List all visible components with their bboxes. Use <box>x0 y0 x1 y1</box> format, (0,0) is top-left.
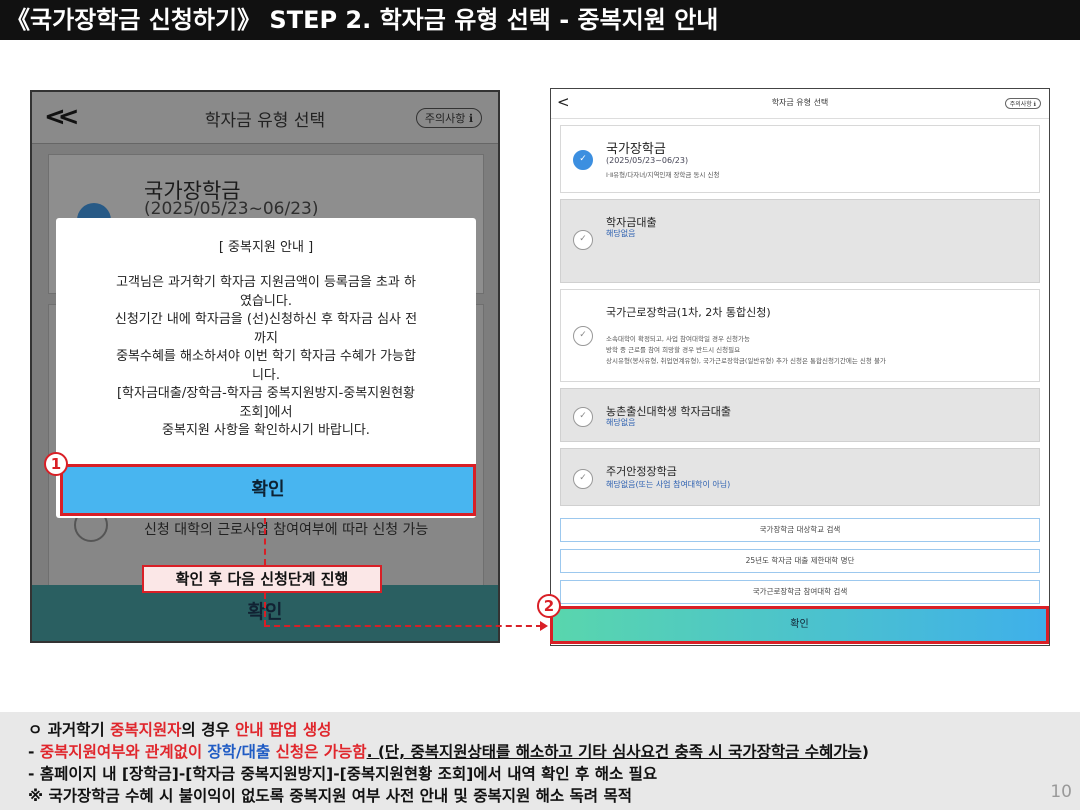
checkmark-icon: ✓ <box>573 150 593 170</box>
note-highlight: 장학/대출 <box>207 743 271 761</box>
right-phone-screen: < 학자금 유형 선택 주의사항 ℹ ✓ 국가장학금 (2025/05/23~0… <box>550 88 1050 646</box>
confirm-button[interactable]: 확인 <box>550 606 1049 644</box>
app-header: << 학자금 유형 선택 주의사항 ℹ <box>32 92 498 144</box>
card-desc: 상시유형(봉사유형, 취업연계유형), 국가근로장학금(일반유형) 추가 신청은… <box>606 357 886 365</box>
page-number: 10 <box>1050 782 1072 802</box>
notice-button[interactable]: 주의사항 ℹ <box>1004 98 1041 109</box>
card-desc: Ⅰ·Ⅱ유형/다자녀/지역인재 장학금 동시 신청 <box>606 171 720 179</box>
note-highlight: 중복지원여부와 관계없이 <box>39 743 208 761</box>
card-status: 해당없음(또는 사업 참여대학이 아님) <box>606 480 731 489</box>
note-highlight: 중복지원자 <box>110 721 182 739</box>
notice-button[interactable]: 주의사항 ℹ <box>415 108 482 128</box>
note-text: . (단, 중복지원상태를 해소하고 기타 심사요건 충족 시 <box>366 743 729 761</box>
note-text: - <box>28 743 40 761</box>
modal-line: [학자금대출/장학금-학자금 중복지원방지-중복지원현황 <box>116 386 416 401</box>
note-line-4: ※ 국가장학금 수혜 시 불이익이 없도록 중복지원 여부 사전 안내 및 중복… <box>28 787 632 805</box>
card-period: (2025/05/23~06/23) <box>606 156 689 165</box>
note-line-2: - 중복지원여부와 관계없이 장학/대출 신청은 가능함. (단, 중복지원상태… <box>28 740 869 762</box>
note-highlight: 신청은 가능함 <box>270 743 367 761</box>
note-text: ) <box>861 743 869 761</box>
card-student-loan[interactable]: ✓ 학자금대출 해당없음 <box>560 199 1040 283</box>
step-badge-2: 2 <box>537 594 561 618</box>
card-rural-loan[interactable]: ✓ 농촌출신대학생 학자금대출 해당없음 <box>560 388 1040 442</box>
card-housing-scholarship[interactable]: ✓ 주거안정장학금 해당없음(또는 사업 참여대학이 아님) <box>560 448 1040 506</box>
modal-line: 신청기간 내에 학자금을 (선)신청하신 후 학자금 심사 전 <box>114 312 418 327</box>
note-text: 의 경우 <box>181 721 235 739</box>
card-date: (2025/05/23~06/23) <box>144 199 319 219</box>
slide-title: 《국가장학금 신청하기》 STEP 2. 학자금 유형 선택 - 중복지원 안내 <box>0 0 1080 40</box>
check-circle-icon: ✓ <box>573 469 593 489</box>
app-header: < 학자금 유형 선택 주의사항 ℹ <box>551 89 1049 119</box>
notes-panel: ㅇ 과거학기 중복지원자의 경우 안내 팝업 생성 - 중복지원여부와 관계없이… <box>0 712 1080 810</box>
card-work-scholarship[interactable]: ✓ 국가근로장학금(1차, 2차 통합신청) 소속대학이 확정되고, 사업 참여… <box>560 289 1040 382</box>
card-name: 국가근로장학금(1차, 2차 통합신청) <box>606 306 771 319</box>
modal-line: 였습니다. <box>240 293 292 309</box>
card-status: 해당없음 <box>606 229 636 238</box>
arrow-icon <box>540 621 548 631</box>
note-highlight: 안내 팝업 생성 <box>234 721 332 739</box>
card-desc: 소속대학이 확정되고, 사업 참여대학일 경우 신청가능 <box>606 335 750 343</box>
background-text: 신청 대학의 근로사업 참여여부에 따라 신청 가능 <box>144 522 429 538</box>
link-work-participating-schools[interactable]: 국가근로장학금 참여대학 검색 <box>560 580 1040 604</box>
connector-line <box>264 625 542 627</box>
link-eligible-schools[interactable]: 국가장학금 대상학교 검색 <box>560 518 1040 542</box>
modal-line: 중복지원 사항을 확인하시기 바랍니다. <box>162 423 370 438</box>
card-national-scholarship[interactable]: ✓ 국가장학금 (2025/05/23~06/23) Ⅰ·Ⅱ유형/다자녀/지역인… <box>560 125 1040 193</box>
screen-title: 학자금 유형 선택 <box>771 98 829 107</box>
check-circle-icon: ✓ <box>573 230 593 250</box>
link-restricted-universities[interactable]: 25년도 학자금 대출 제한대학 명단 <box>560 549 1040 573</box>
note-text: ㅇ 과거학기 <box>28 721 111 739</box>
check-circle-icon: ✓ <box>573 326 593 346</box>
modal-title: [ 중복지원 안내 ] <box>218 240 314 255</box>
modal-body: 고객님은 과거학기 학자금 지원금액이 등록금을 초과 하 였습니다. 신청기간… <box>78 274 454 441</box>
modal-line: 중복수혜를 해소하셔야 이번 학기 학자금 수혜가 가능합 <box>116 349 416 364</box>
modal-confirm-button[interactable]: 확인 <box>60 464 476 516</box>
note-line-1: ㅇ 과거학기 중복지원자의 경우 안내 팝업 생성 <box>28 718 331 740</box>
modal-line: 고객님은 과거학기 학자금 지원금액이 등록금을 초과 하 <box>116 275 416 290</box>
note-text: 국가장학금 수혜가능 <box>728 743 862 761</box>
step-badge-1: 1 <box>44 452 68 476</box>
modal-line: 니다. <box>251 367 281 383</box>
card-name: 국가장학금 <box>606 142 666 157</box>
modal-line: 까지 <box>254 330 278 346</box>
check-circle-icon: ✓ <box>573 407 593 427</box>
modal-line: 조회]에서 <box>239 404 293 420</box>
card-name: 주거안정장학금 <box>606 465 677 478</box>
note-line-3: - 홈페이지 내 [장학금]-[학자금 중복지원방지]-[중복지원현황 조회]에… <box>28 765 658 783</box>
card-status: 해당없음 <box>606 418 636 427</box>
connector-line <box>264 593 266 626</box>
card-desc: 방학 중 근로를 참여 희망할 경우 반드시 신청필요 <box>606 346 741 354</box>
connector-line <box>264 518 266 565</box>
step-callout: 확인 후 다음 신청단계 진행 <box>142 565 382 593</box>
